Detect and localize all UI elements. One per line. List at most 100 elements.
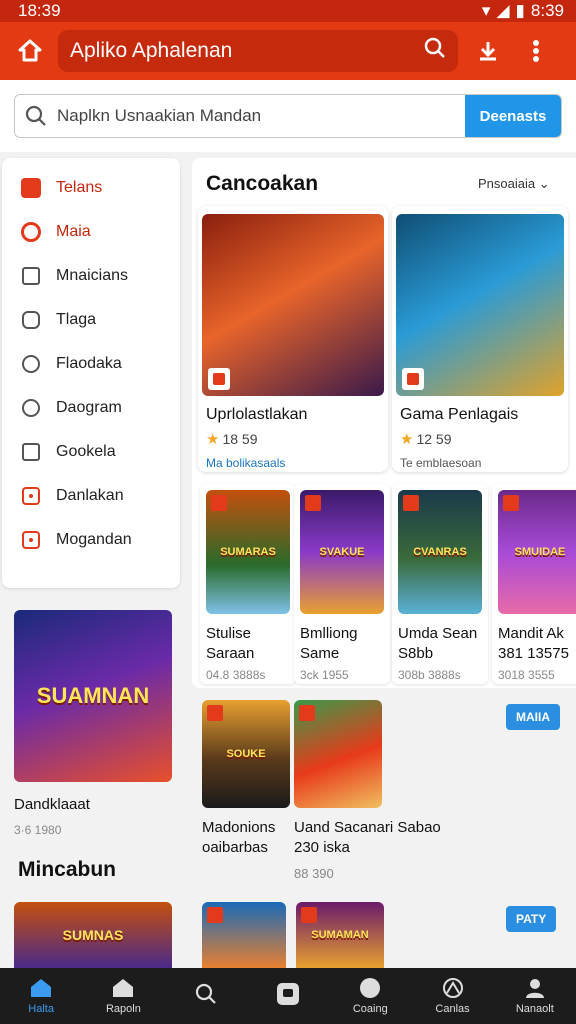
box-icon: [20, 485, 42, 507]
sidebar-item-label: Flaodaka: [56, 355, 122, 372]
search-icon[interactable]: [424, 37, 446, 65]
title-line: Same: [300, 645, 340, 662]
status-bar: 18:39 ▾ ◢ ▮ 8:39: [0, 0, 576, 22]
target-icon: [20, 221, 42, 243]
game-artwork[interactable]: SUAMNAN: [14, 610, 172, 782]
game-title: Bmlliong Same: [300, 624, 384, 664]
game-meta: 3·6 1980: [14, 823, 62, 837]
rating-value: 12 59: [416, 431, 452, 447]
nav-home[interactable]: Halta: [0, 968, 82, 1024]
sidebar-item-label: Telans: [56, 179, 103, 196]
game-meta: 308b 3888s: [398, 668, 461, 682]
title-line: Bmlliong: [300, 625, 358, 642]
game-meta: 88 390: [294, 866, 334, 881]
search-button[interactable]: Deenasts: [465, 95, 561, 137]
search-input[interactable]: [57, 106, 465, 126]
nav-search[interactable]: [165, 968, 247, 1024]
small-cards-row: SUMARAS Stulise Saraan 04.8 3888s SVAKUE …: [196, 484, 576, 684]
title-line: oaibarbas: [202, 839, 268, 856]
game-artwork[interactable]: SOUKE: [202, 700, 290, 808]
game-art-title: SVAKUE: [319, 546, 365, 558]
sidebar-item-label: Daogram: [56, 399, 122, 416]
sort-label: Pnsoaiaia: [478, 176, 536, 191]
nav-nanaolt[interactable]: Nanaolt: [494, 968, 576, 1024]
chevron-down-icon: ⌄: [538, 176, 550, 191]
third-row: SOUKE Madonions oaibarbas Uand Sacanari S…: [196, 700, 576, 900]
category-sidebar: Telans Maia Mnaicians Tlaga Flaodaka Dao…: [2, 158, 180, 588]
game-subtitle: Ma bolikasaals: [206, 456, 286, 470]
game-artwork[interactable]: [202, 214, 384, 396]
game-card-small[interactable]: SMUIDAE Mandit Ak 381 13575 3018 3555: [492, 484, 576, 684]
play-button[interactable]: PATY: [506, 906, 557, 932]
search-icon: [194, 983, 218, 1005]
game-artwork[interactable]: [396, 214, 564, 396]
game-title: Umda Sean S8bb: [398, 624, 482, 664]
nav-rapoln[interactable]: Rapoln: [82, 968, 164, 1024]
leaf-icon: [20, 353, 42, 375]
home-icon[interactable]: [14, 35, 46, 67]
home-icon: [29, 977, 53, 999]
rating-value: 18 59: [222, 431, 258, 447]
wifi-icon: ▾: [481, 1, 491, 20]
game-card-small[interactable]: Uand Sacanari Sabao 230 iska 88 390: [294, 700, 441, 881]
title-line: Uand Sacanari Sabao: [294, 819, 441, 836]
tag-icon: [20, 177, 42, 199]
game-artwork[interactable]: SUMAMAN: [296, 902, 384, 968]
game-card-small[interactable]: SUMARAS Stulise Saraan 04.8 3888s: [200, 484, 296, 684]
game-artwork[interactable]: [294, 700, 382, 808]
sidebar-item-maia[interactable]: Maia: [2, 210, 180, 254]
game-art-title: SUAMNAN: [36, 683, 150, 708]
view-more-button[interactable]: MAIIA: [506, 704, 560, 730]
game-card-small[interactable]: SOUKE Madonions oaibarbas: [202, 700, 294, 858]
game-artwork[interactable]: [202, 902, 286, 968]
sidebar-item-telans[interactable]: Telans: [2, 166, 180, 210]
game-artwork[interactable]: SVAKUE: [300, 490, 384, 614]
download-icon[interactable]: [470, 33, 506, 69]
sidebar-item-label: Danlakan: [56, 487, 124, 504]
section-title: Mincabun: [18, 858, 116, 881]
title-line: 230 iska: [294, 839, 350, 856]
sort-dropdown[interactable]: Pnsoaiaia ⌄: [478, 176, 550, 192]
sidebar-item-mogandan[interactable]: Mogandan: [2, 518, 180, 562]
nav-library[interactable]: [247, 968, 329, 1024]
sidebar-item-label: Maia: [56, 223, 91, 240]
sidebar-item-mnaicians[interactable]: Mnaicians: [2, 254, 180, 298]
game-art-title: SOUKE: [226, 748, 266, 760]
search-row: Deenasts: [0, 80, 576, 152]
game-rating: ★ 12 59: [400, 430, 560, 448]
nav-label: Halta: [28, 1003, 54, 1015]
badge-icon: [503, 495, 519, 511]
game-artwork[interactable]: SUMNAS: [14, 902, 172, 968]
app-title-bar[interactable]: Apliko Aphalenan: [58, 30, 458, 72]
badge-icon: [299, 705, 315, 721]
game-art-title: CVANRAS: [413, 546, 467, 558]
nav-canlas[interactable]: Canlas: [411, 968, 493, 1024]
nav-coaing[interactable]: Coaing: [329, 968, 411, 1024]
sidebar-item-flaodaka[interactable]: Flaodaka: [2, 342, 180, 386]
record-icon: [20, 529, 42, 551]
puzzle-icon: [441, 977, 465, 999]
sidebar-item-tlaga[interactable]: Tlaga: [2, 298, 180, 342]
game-title: Uprlolastlakan: [206, 406, 308, 423]
game-art-title: SMUIDAE: [514, 546, 566, 558]
star-icon: ★: [400, 431, 414, 448]
game-rating: ★ 18 59: [206, 430, 380, 448]
game-meta: 04.8 3888s: [206, 668, 266, 682]
sidebar-item-gookela[interactable]: Gookela: [2, 430, 180, 474]
nav-label: Coaing: [352, 1003, 388, 1015]
game-artwork[interactable]: SUMARAS: [206, 490, 290, 614]
game-card-large[interactable]: Uprlolastlakan ★ 18 59 Ma bolikasaals: [198, 206, 388, 472]
game-card-small[interactable]: CVANRAS Umda Sean S8bb 308b 3888s: [392, 484, 488, 684]
title-line: S8bb: [398, 645, 434, 662]
circle-icon: [20, 397, 42, 419]
more-vert-icon[interactable]: [518, 33, 554, 69]
game-card-large[interactable]: Gama Penlagais ★ 12 59 Te emblaesoan: [392, 206, 568, 472]
featured-game-card[interactable]: SUAMNAN Dandklaaat 3·6 1980: [14, 610, 174, 837]
sidebar-item-daogram[interactable]: Daogram: [2, 386, 180, 430]
search-box: Deenasts: [14, 94, 562, 138]
game-artwork[interactable]: CVANRAS: [398, 490, 482, 614]
sidebar-item-danlakan[interactable]: Danlakan: [2, 474, 180, 518]
game-card-small[interactable]: SVAKUE Bmlliong Same 3ck 1955: [294, 484, 390, 684]
game-title: Dandklaaat: [14, 796, 90, 813]
game-artwork[interactable]: SMUIDAE: [498, 490, 576, 614]
